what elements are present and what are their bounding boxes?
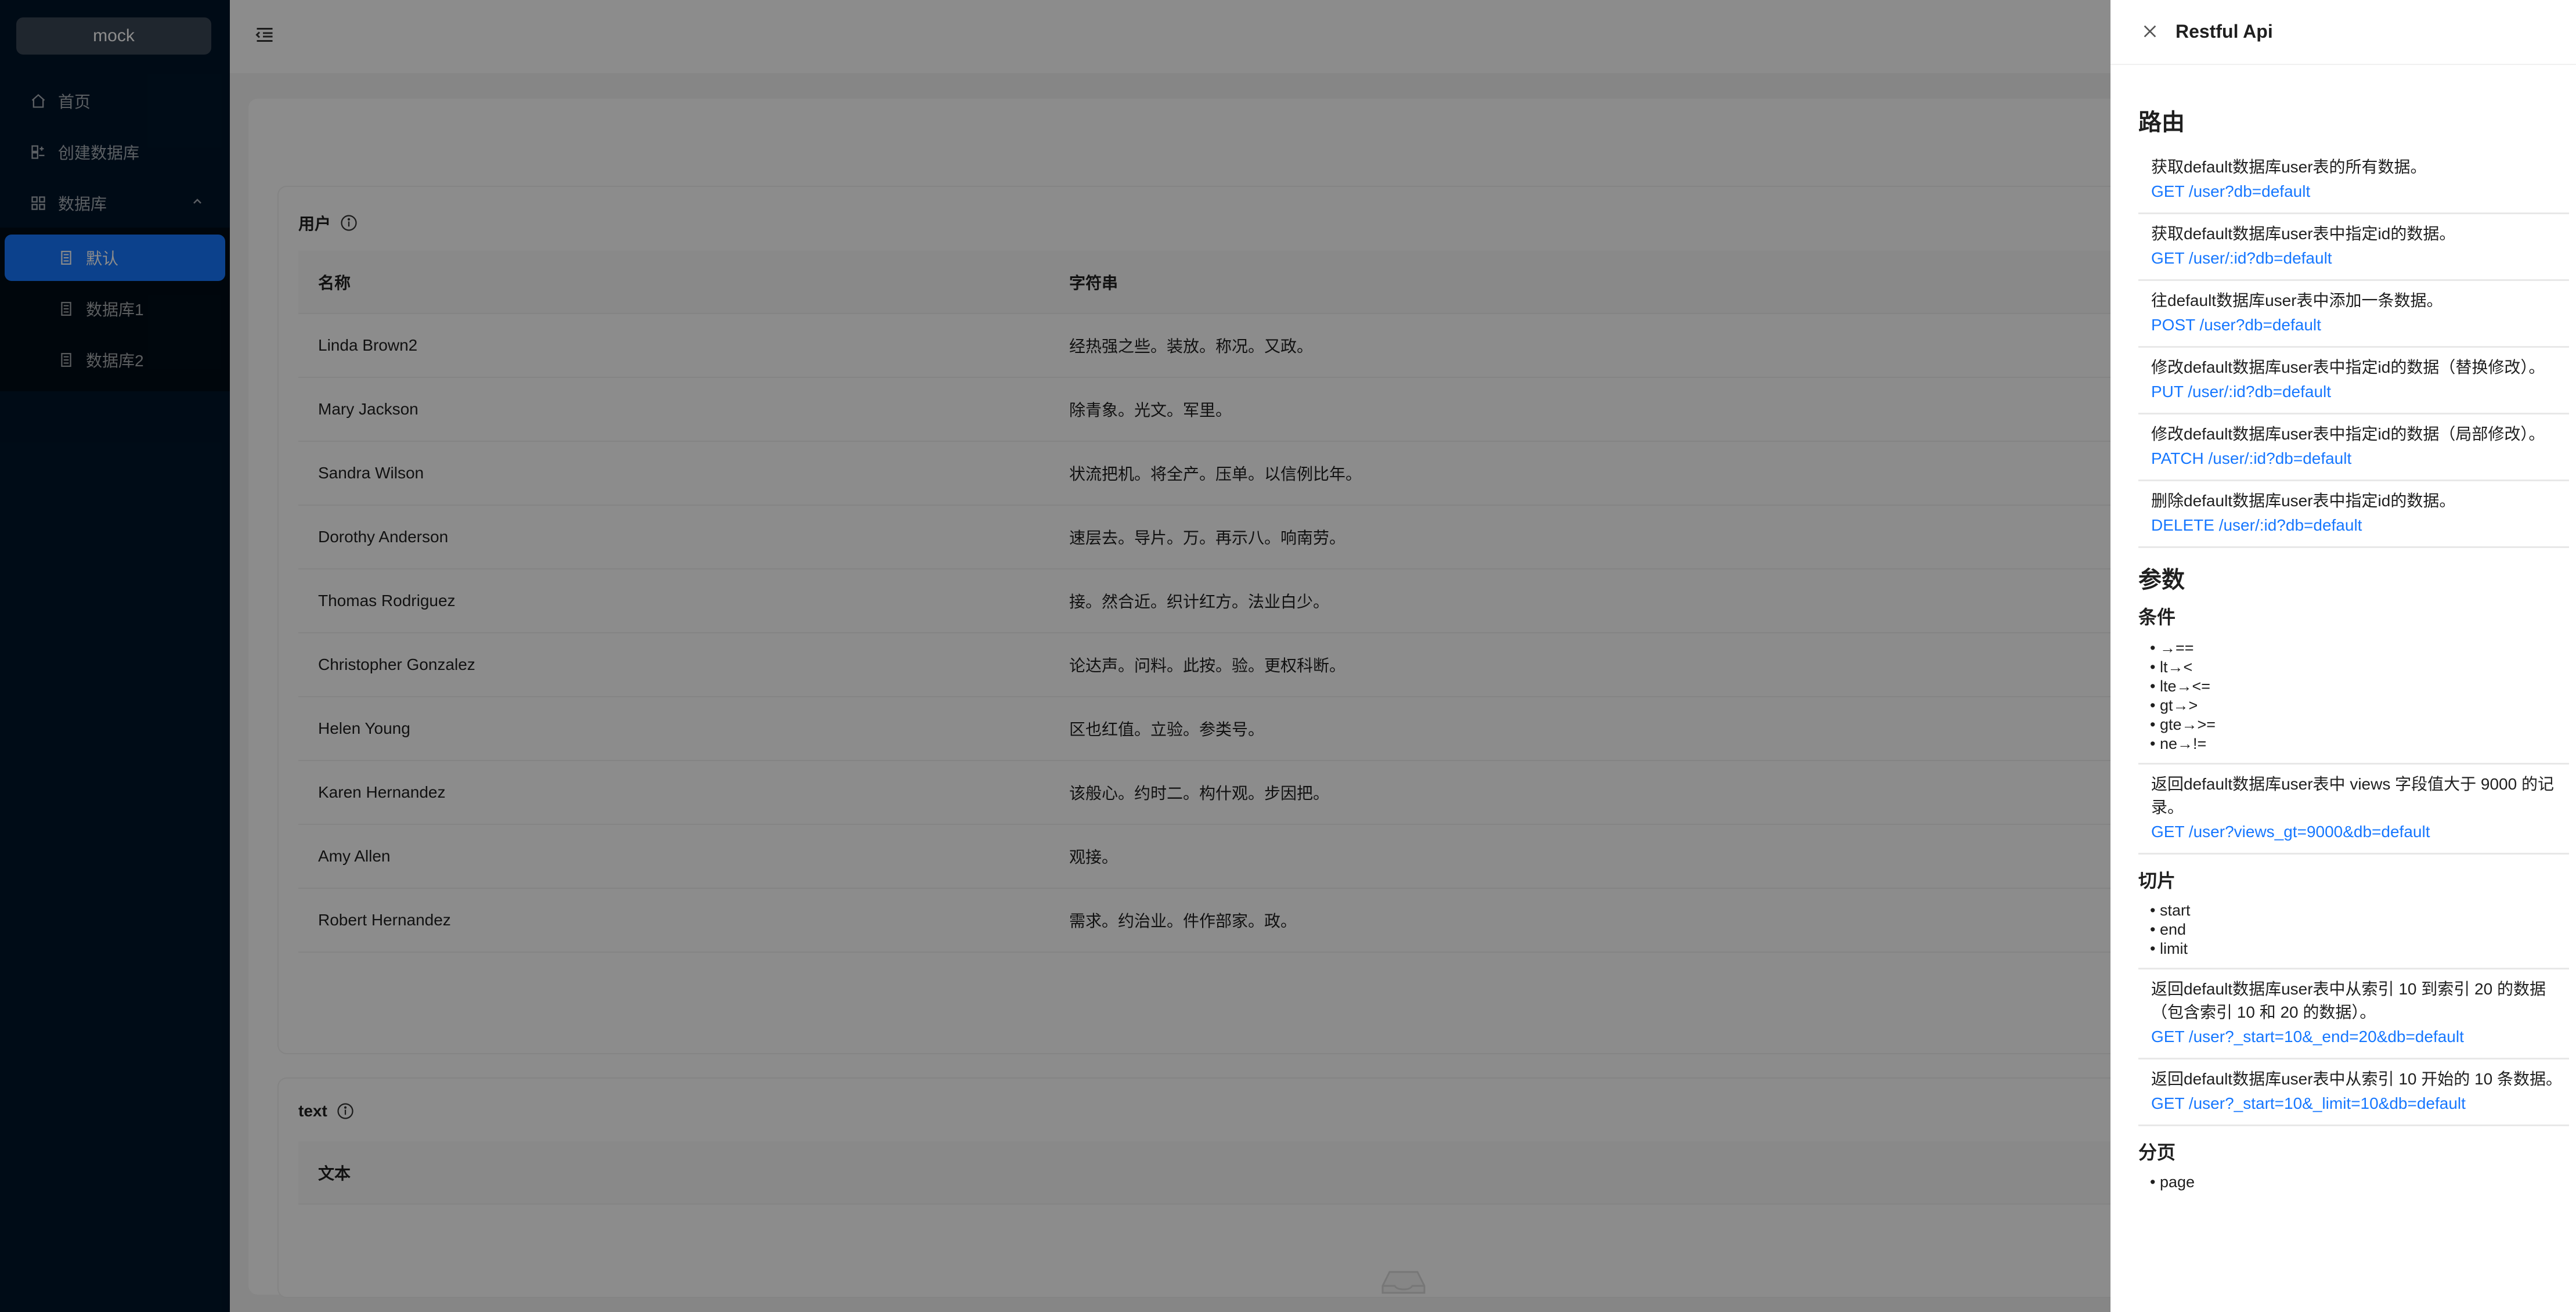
- route-description: 获取default数据库user表中指定id的数据。: [2151, 225, 2456, 243]
- api-example-item: 返回default数据库user表中 views 字段值大于 9000 的记录。…: [2138, 765, 2569, 855]
- paging-heading: 分页: [2138, 1142, 2176, 1163]
- example-description: 返回default数据库user表中从索引 10 开始的 10 条数据。: [2151, 1070, 2562, 1088]
- close-icon[interactable]: [2141, 22, 2162, 43]
- example-link[interactable]: GET /user?views_gt=9000&db=default: [2151, 819, 2569, 845]
- routes-heading: 路由: [2138, 110, 2185, 135]
- example-description: 返回default数据库user表中从索引 10 到索引 20 的数据（包含索引…: [2151, 980, 2546, 1021]
- example-link[interactable]: GET /user?_start=10&_end=20&db=default: [2151, 1024, 2569, 1050]
- route-link[interactable]: PUT /user/:id?db=default: [2151, 379, 2569, 405]
- list-item: end: [2150, 920, 2569, 939]
- list-item: gte→>=: [2150, 715, 2569, 734]
- list-item: limit: [2150, 939, 2569, 958]
- slice-heading: 切片: [2138, 870, 2176, 891]
- params-heading: 参数: [2138, 567, 2185, 593]
- api-route-item: 获取default数据库user表的所有数据。 GET /user?db=def…: [2138, 147, 2569, 214]
- drawer-header: Restful Api: [2110, 0, 2576, 65]
- route-link[interactable]: DELETE /user/:id?db=default: [2151, 513, 2569, 538]
- list-item: start: [2150, 901, 2569, 920]
- example-link[interactable]: GET /user?_start=10&_limit=10&db=default: [2151, 1091, 2569, 1116]
- slice-list: start end limit: [2138, 901, 2569, 969]
- api-route-item: 修改default数据库user表中指定id的数据（替换修改）。 PUT /us…: [2138, 348, 2569, 414]
- route-link[interactable]: GET /user/:id?db=default: [2151, 246, 2569, 271]
- api-route-item: 获取default数据库user表中指定id的数据。 GET /user/:id…: [2138, 214, 2569, 281]
- api-example-item: 返回default数据库user表中从索引 10 到索引 20 的数据（包含索引…: [2138, 969, 2569, 1059]
- route-description: 获取default数据库user表的所有数据。: [2151, 158, 2427, 176]
- api-route-item: 往default数据库user表中添加一条数据。 POST /user?db=d…: [2138, 281, 2569, 348]
- example-description: 返回default数据库user表中 views 字段值大于 9000 的记录。: [2151, 775, 2554, 816]
- list-item: ne→!=: [2150, 734, 2569, 754]
- route-link[interactable]: GET /user?db=default: [2151, 179, 2569, 204]
- list-item: page: [2150, 1173, 2569, 1192]
- api-drawer: Restful Api 路由 获取default数据库user表的所有数据。 G…: [2110, 0, 2576, 1312]
- list-item: gt→>: [2150, 696, 2569, 715]
- route-description: 修改default数据库user表中指定id的数据（局部修改）。: [2151, 425, 2545, 443]
- conditions-heading: 条件: [2138, 607, 2176, 628]
- route-description: 往default数据库user表中添加一条数据。: [2151, 291, 2443, 309]
- api-route-item: 删除default数据库user表中指定id的数据。 DELETE /user/…: [2138, 481, 2569, 548]
- list-item: lt→<: [2150, 658, 2569, 677]
- drawer-body: 路由 获取default数据库user表的所有数据。 GET /user?db=…: [2138, 65, 2574, 1201]
- drawer-title: Restful Api: [2175, 21, 2273, 42]
- conditions-list: →== lt→< lte→<= gt→> gte→>= ne→!=: [2138, 639, 2569, 765]
- list-item: lte→<=: [2150, 677, 2569, 696]
- api-route-item: 修改default数据库user表中指定id的数据（局部修改）。 PATCH /…: [2138, 414, 2569, 481]
- api-example-item: 返回default数据库user表中从索引 10 开始的 10 条数据。 GET…: [2138, 1059, 2569, 1126]
- route-description: 删除default数据库user表中指定id的数据。: [2151, 492, 2456, 510]
- paging-list: page: [2138, 1173, 2569, 1201]
- route-link[interactable]: PATCH /user/:id?db=default: [2151, 446, 2569, 471]
- route-link[interactable]: POST /user?db=default: [2151, 312, 2569, 338]
- list-item: →==: [2150, 639, 2569, 658]
- drawer-mask[interactable]: [0, 0, 2110, 1312]
- route-description: 修改default数据库user表中指定id的数据（替换修改）。: [2151, 358, 2545, 376]
